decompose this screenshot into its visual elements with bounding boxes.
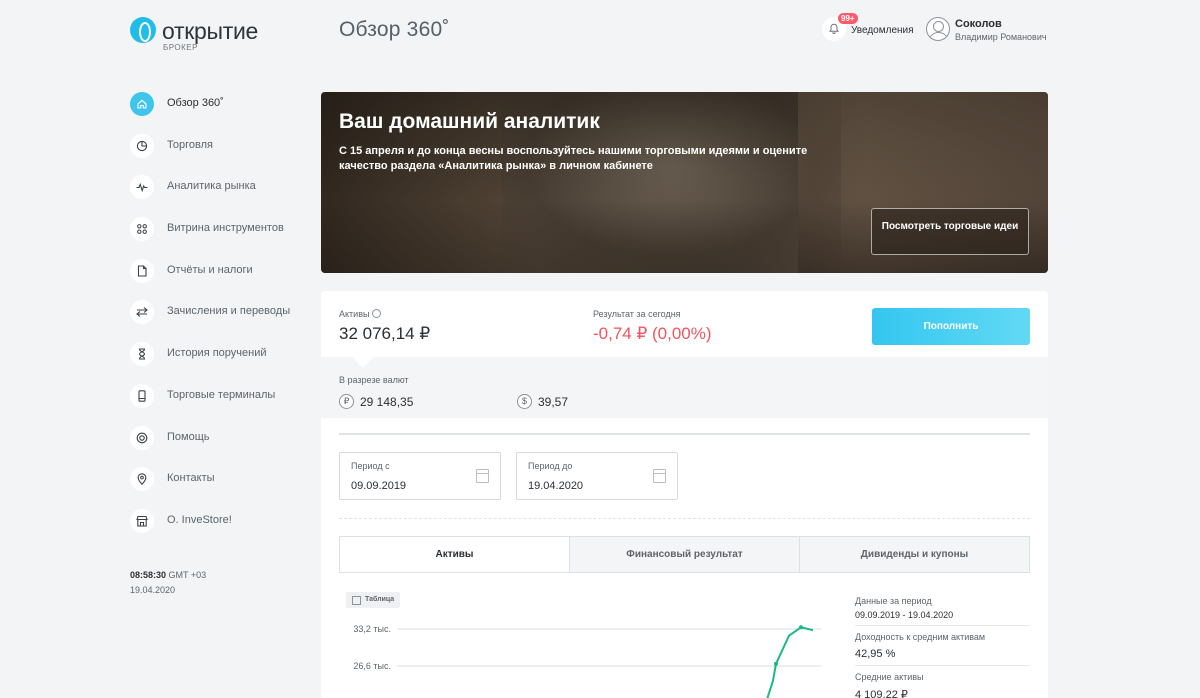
notifications-label: Уведомления [851, 25, 914, 36]
period-to-label: Период до [528, 461, 573, 471]
tab-assets[interactable]: Активы [340, 537, 569, 572]
sidebar-item-overview[interactable]: Обзор 360˚ [130, 90, 300, 132]
period-to-field[interactable]: Период до 19.04.2020 [516, 452, 678, 500]
sidebar-item-label: Помощь [167, 430, 210, 443]
brand-name: открытие [162, 18, 258, 44]
period-from-field[interactable]: Период с 09.09.2019 [339, 452, 501, 500]
rub-value: 29 148,35 [360, 395, 414, 409]
promo-banner[interactable]: Ваш домашний аналитик С 15 апреля и до к… [321, 92, 1048, 273]
transfer-icon [130, 300, 154, 325]
stat-period-value: 09.09.2019 - 19.04.2020 [855, 610, 954, 620]
sidebar-item-instruments[interactable]: Витрина инструментов [130, 215, 300, 257]
stat-avg-label: Средние активы [855, 672, 924, 682]
sidebar-item-label: Зачисления и переводы [167, 305, 291, 318]
currency-label: В разрезе валют [339, 375, 409, 385]
stat-period-label: Данные за период [855, 596, 932, 606]
sidebar-item-transfers[interactable]: Зачисления и переводы [130, 298, 300, 340]
data-point[interactable] [799, 625, 803, 630]
page-title: Обзор 360˚ [339, 18, 450, 41]
sidebar-item-label: Торговля [167, 138, 213, 151]
stat-yield-value: 42,95 % [855, 648, 896, 660]
pulse-icon [130, 175, 154, 200]
user-firstname: Владимир Романович [955, 32, 1047, 42]
usd-value: 39,57 [538, 395, 569, 409]
sidebar-item-label: Обзор 360˚ [167, 97, 224, 109]
sidebar-item-analytics[interactable]: Аналитика рынка [130, 173, 300, 215]
tab-dividends[interactable]: Дивиденды и купоны [799, 537, 1029, 572]
period-stats: Данные за период 09.09.2019 - 19.04.2020… [855, 596, 1030, 698]
sidebar-item-reports[interactable]: Отчёты и налоги [130, 257, 300, 299]
clock-time: 08:58:30 [130, 570, 167, 580]
sidebar-item-label: Витрина инструментов [167, 222, 284, 235]
result-value: -0,74 ₽ (0,00%) [593, 324, 712, 343]
sidebar-item-label: Контакты [167, 472, 215, 485]
grid-icon [130, 217, 154, 242]
notifications-badge: 99+ [838, 13, 858, 24]
tabs: Активы Финансовый результат Дивиденды и … [339, 536, 1030, 573]
clock-zone: GMT +03 [166, 570, 207, 580]
logo-mark-icon [130, 17, 156, 43]
info-icon[interactable] [372, 309, 382, 318]
location-pin-icon [130, 467, 154, 492]
sidebar-item-label: Отчёты и налоги [167, 263, 253, 276]
assets-label-row: Активы [339, 309, 382, 319]
view-trading-ideas-button[interactable]: Посмотреть торговые идеи [871, 208, 1029, 255]
data-point[interactable] [774, 661, 778, 666]
sidebar-item-label: Аналитика рынка [167, 180, 256, 193]
sidebar-item-contacts[interactable]: Контакты [130, 465, 300, 507]
period-to-value: 19.04.2020 [528, 480, 584, 492]
phone-icon [130, 383, 154, 408]
assets-value: 32 076,14 ₽ [339, 324, 431, 343]
calendar-icon[interactable] [653, 469, 666, 483]
table-toggle-button[interactable]: Таблица [346, 592, 401, 608]
divider-dashed [339, 518, 1030, 519]
user-lastname: Соколов [955, 18, 1002, 30]
clock: 08:58:30 GMT +03 19.04.2020 [130, 568, 206, 598]
banner-text: С 15 апреля и до конца весны воспользуйт… [339, 145, 808, 172]
home-icon [130, 92, 154, 116]
stat-divider [855, 625, 1030, 626]
calendar-icon[interactable] [476, 469, 489, 483]
currency-band [321, 357, 1048, 418]
stat-divider [855, 665, 1030, 666]
sidebar-item-history[interactable]: История поручений [130, 340, 300, 382]
banner-title: Ваш домашний аналитик [339, 110, 600, 133]
store-icon [130, 508, 154, 533]
trading-icon [130, 133, 154, 158]
y-tick-label: 26,6 тыс. [353, 661, 391, 671]
sidebar-item-label: O. InveStore! [167, 513, 232, 526]
sidebar-item-label: История поручений [167, 347, 267, 360]
sidebar-item-trading[interactable]: Торговля [130, 132, 300, 174]
ruble-icon: ₽ [339, 394, 354, 409]
y-tick-label: 33,2 тыс. [353, 624, 391, 634]
divider [339, 433, 1030, 435]
sidebar-item-terminals[interactable]: Торговые терминалы [130, 382, 300, 424]
brand-logo[interactable]: открытие БРОКЕР [130, 16, 270, 56]
document-icon [130, 258, 154, 283]
sidebar-item-label: Торговые терминалы [167, 388, 276, 401]
clock-date: 19.04.2020 [130, 585, 176, 595]
series-line [766, 626, 814, 698]
avatar-icon [926, 17, 950, 41]
topup-button[interactable]: Пополнить [872, 308, 1030, 345]
sidebar-nav: Обзор 360˚ Торговля Аналитика рынка Витр… [130, 90, 300, 549]
portfolio-card: Активы 32 076,14 ₽ Результат за сегодня … [321, 291, 1048, 698]
period-from-value: 09.09.2019 [351, 480, 407, 492]
lifebuoy-icon [130, 425, 154, 450]
hourglass-icon [130, 342, 154, 367]
result-label: Результат за сегодня [593, 309, 681, 319]
sidebar-item-help[interactable]: Помощь [130, 424, 300, 466]
assets-chart: 33,2 тыс. 26,6 тыс. [353, 624, 821, 698]
tab-financial-result[interactable]: Финансовый результат [569, 537, 799, 572]
sidebar-item-investore[interactable]: O. InveStore! [130, 507, 300, 549]
dollar-icon: $ [517, 394, 532, 409]
stat-yield-label: Доходность к средним активам [855, 632, 986, 642]
assets-label: Активы [339, 309, 370, 319]
period-from-label: Период с [351, 461, 390, 471]
clock-time-row: 08:58:30 GMT +03 [130, 568, 206, 583]
stat-avg-value: 4 109,22 ₽ [855, 689, 908, 698]
brand-sub: БРОКЕР [163, 43, 198, 52]
